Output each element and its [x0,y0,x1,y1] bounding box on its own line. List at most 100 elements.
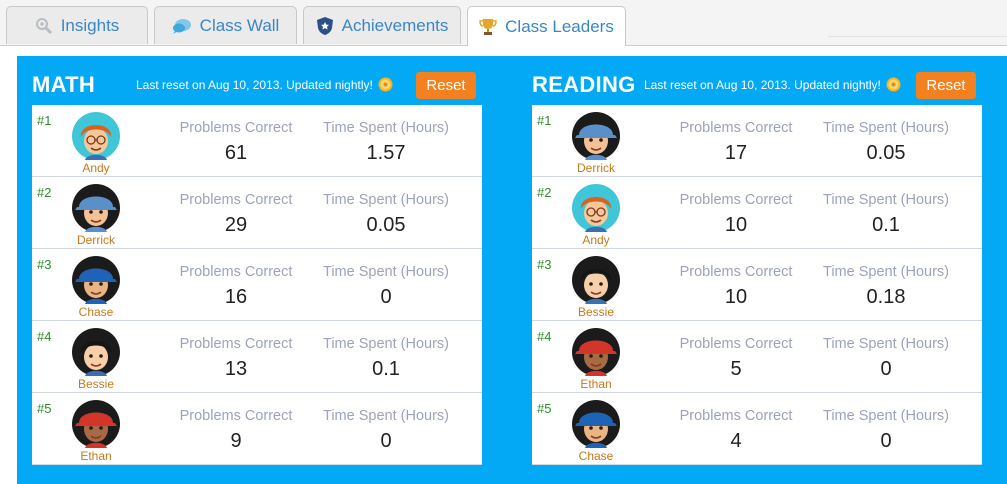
time-spent-value: 0 [880,358,892,380]
avatar[interactable] [571,255,621,305]
avatar[interactable] [571,399,621,449]
leaderboard-row: #1 Derrick Problems Correct 17 Time Spen… [532,105,982,177]
rank: #3 [537,257,552,272]
avatar[interactable] [71,399,121,449]
time-spent-label: Time Spent (Hours) [323,264,449,280]
problems-correct-value: 13 [224,358,248,380]
board-header: MATH Last reset on Aug 10, 2013. Updated… [32,56,482,104]
avatar[interactable] [71,327,121,377]
student-name: Ethan [80,449,112,463]
time-spent-label: Time Spent (Hours) [323,192,449,208]
time-spent-value: 0.1 [872,214,900,236]
time-spent-label: Time Spent (Hours) [823,336,949,352]
reading-leaderboard: READING Last reset on Aug 10, 2013. Upda… [532,56,982,465]
student-name: Ethan [580,377,612,391]
time-spent-label: Time Spent (Hours) [323,336,449,352]
rank: #5 [37,401,52,416]
problems-correct-label: Problems Correct [679,336,793,352]
student-name: Chase [578,449,614,463]
leaderboard-row: #3 Bessie Problems Correct 10 Time Spent… [532,249,982,321]
leaderboard-row: #1 Andy Problems Correct 61 Time Spent (… [32,105,482,177]
avatar[interactable] [571,327,621,377]
problems-correct-label: Problems Correct [679,192,793,208]
leaderboard-list: #1 Derrick Problems Correct 17 Time Spen… [532,105,982,465]
time-spent-value: 1.57 [366,142,406,164]
board-header: READING Last reset on Aug 10, 2013. Upda… [532,56,982,104]
rank: #3 [37,257,52,272]
problems-correct-value: 10 [724,286,748,308]
magnifier-icon [35,17,52,34]
chat-bubble-icon [172,18,191,34]
reset-note-text: Last reset on Aug 10, 2013. Updated nigh… [136,78,373,93]
coin-icon [886,77,901,95]
reset-note-text: Last reset on Aug 10, 2013. Updated nigh… [644,78,881,93]
student-name: Andy [582,233,610,247]
tab-label: Insights [60,15,120,35]
time-spent-value: 0.1 [372,358,400,380]
leaderboard-row: #4 Bessie Problems Correct 13 Time Spent… [32,321,482,393]
leaderboard-panel: MATH Last reset on Aug 10, 2013. Updated… [17,56,1007,484]
problems-correct-value: 5 [730,358,742,380]
problems-correct-label: Problems Correct [179,120,293,136]
problems-correct-label: Problems Correct [679,408,793,424]
trophy-icon [479,18,497,35]
shield-icon [316,16,333,35]
time-spent-value: 0 [380,430,392,452]
tab-bar: Insights Class Wall Achievements Class L… [0,0,1007,46]
leaderboard-row: #3 Chase Problems Correct 16 Time Spent … [32,249,482,321]
rank: #2 [37,185,52,200]
student-name: Chase [78,305,114,319]
time-spent-value: 0.05 [366,214,406,236]
time-spent-value: 0.18 [866,286,906,308]
problems-correct-label: Problems Correct [179,264,293,280]
rank: #1 [37,113,52,128]
board-title: MATH [32,72,96,97]
leaderboard-row: #4 Ethan Problems Correct 5 Time Spent (… [532,321,982,393]
leaderboard-row: #5 Chase Problems Correct 4 Time Spent (… [532,393,982,465]
student-name: Andy [82,161,110,175]
tab-achievements[interactable]: Achievements [303,6,461,44]
student-name: Bessie [577,305,615,319]
reset-button[interactable]: Reset [916,72,976,99]
rank: #5 [537,401,552,416]
time-spent-label: Time Spent (Hours) [323,408,449,424]
rank: #1 [537,113,552,128]
problems-correct-value: 4 [730,430,742,452]
leaderboard-row: #2 Andy Problems Correct 10 Time Spent (… [532,177,982,249]
problems-correct-value: 10 [724,214,748,236]
tab-class-wall[interactable]: Class Wall [154,6,297,44]
coin-icon [378,77,393,95]
time-spent-label: Time Spent (Hours) [823,408,949,424]
time-spent-value: 0 [380,286,392,308]
problems-correct-value: 61 [224,142,248,164]
avatar[interactable] [71,183,121,233]
student-name: Derrick [577,161,615,175]
time-spent-label: Time Spent (Hours) [823,192,949,208]
problems-correct-label: Problems Correct [179,336,293,352]
tab-label: Class Wall [199,15,280,35]
avatar[interactable] [571,111,621,161]
leaderboard-row: #2 Derrick Problems Correct 29 Time Spen… [32,177,482,249]
time-spent-value: 0.05 [866,142,906,164]
time-spent-value: 0 [880,430,892,452]
tab-class-leaders[interactable]: Class Leaders [467,6,626,46]
reset-note: Last reset on Aug 10, 2013. Updated nigh… [136,77,393,95]
reset-button[interactable]: Reset [416,72,476,99]
time-spent-label: Time Spent (Hours) [323,120,449,136]
board-title: READING [532,72,636,97]
rank: #4 [537,329,552,344]
leaderboard-row: #5 Ethan Problems Correct 9 Time Spent (… [32,393,482,465]
reset-note: Last reset on Aug 10, 2013. Updated nigh… [644,77,901,95]
problems-correct-value: 16 [224,286,248,308]
rank: #4 [37,329,52,344]
avatar[interactable] [71,111,121,161]
time-spent-label: Time Spent (Hours) [823,264,949,280]
problems-correct-label: Problems Correct [679,264,793,280]
student-name: Bessie [77,377,115,391]
avatar[interactable] [571,183,621,233]
avatar[interactable] [71,255,121,305]
problems-correct-label: Problems Correct [179,192,293,208]
tab-insights[interactable]: Insights [6,6,148,44]
problems-correct-label: Problems Correct [179,408,293,424]
math-leaderboard: MATH Last reset on Aug 10, 2013. Updated… [32,56,482,465]
